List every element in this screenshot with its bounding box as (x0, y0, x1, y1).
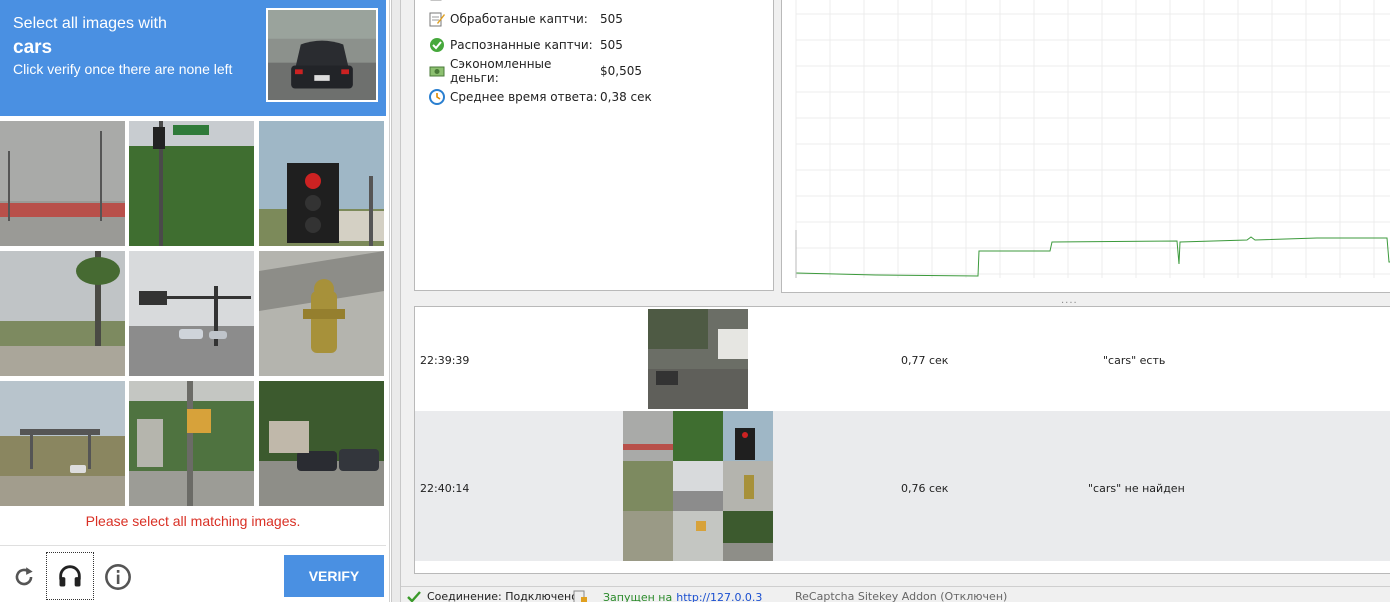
status-bar: Соединение: Подключено Запущен на http:/… (401, 586, 1390, 602)
table-row[interactable]: 22:40:14 0,76 сек "cars" не найден (415, 411, 1390, 561)
money-icon (429, 63, 445, 79)
stat-avg-response: Среднее время ответа: 0,38 сек (429, 88, 652, 106)
status-connection: Соединение: Подключено (407, 590, 578, 602)
captcha-tile[interactable] (259, 251, 384, 376)
captcha-tile[interactable] (0, 121, 125, 246)
captcha-tile[interactable] (0, 381, 125, 506)
status-addon: ReCaptcha Sitekey Addon (Отключен) (795, 590, 1008, 602)
stat-label: Распознанные каптчи: (450, 38, 593, 52)
solve-log-table: 22:39:39 0,77 сек "cars" есть 22:40:14 0… (414, 306, 1390, 574)
stat-value: $0,505 (600, 64, 642, 78)
running-label: Запущен на (603, 590, 673, 602)
splitter-grip[interactable]: .... (1061, 295, 1077, 306)
stat-label: Сэкономленные деньги: (450, 57, 552, 85)
error-message: Please select all matching images. (85, 513, 301, 529)
captcha-thumbnail (648, 309, 748, 409)
log-result: "cars" не найден (1088, 482, 1185, 495)
checkmark-icon (407, 590, 421, 602)
stat-label: Среднее время ответа: (450, 90, 598, 104)
status-running: Запущен на http://127.0.0.3 (573, 590, 762, 602)
verify-button[interactable]: VERIFY (284, 555, 384, 597)
stat-value: 505 (600, 38, 623, 52)
log-duration: 0,76 сек (901, 482, 949, 495)
clock-icon (429, 89, 445, 105)
log-time: 22:40:14 (420, 482, 470, 495)
info-button[interactable] (96, 555, 140, 599)
info-icon (105, 564, 131, 590)
headphones-icon (59, 565, 81, 587)
audio-challenge-button[interactable] (46, 552, 94, 600)
stat-value: 505 (600, 12, 623, 26)
reload-button[interactable] (2, 555, 46, 599)
prompt-line: Select all images with (13, 15, 167, 32)
stat-recognized: Распознанные каптчи: 505 (429, 36, 623, 54)
sample-car-image (266, 8, 378, 102)
log-result: "cars" есть (1103, 354, 1166, 367)
captcha-instructions: Select all images with cars Click verify… (0, 0, 386, 116)
check-circle-icon (429, 37, 445, 53)
response-time-graph (781, 0, 1390, 293)
captcha-tile[interactable] (129, 121, 254, 246)
page-icon (429, 0, 445, 9)
captcha-tile[interactable] (129, 381, 254, 506)
solver-app: Обработаные каптчи: 505 Распознанные кап… (401, 0, 1390, 602)
captcha-tile[interactable] (259, 381, 384, 506)
server-page-icon (573, 590, 587, 602)
prompt-hint: Click verify once there are none left (13, 61, 233, 77)
captcha-tile[interactable] (0, 251, 125, 376)
stat-value: 0,38 сек (600, 90, 652, 104)
pencil-notepad-icon (429, 11, 445, 27)
statistics-panel: Обработаные каптчи: 505 Распознанные кап… (414, 0, 774, 291)
table-row[interactable]: 22:39:39 0,77 сек "cars" есть (415, 307, 1390, 410)
reload-icon (15, 567, 33, 586)
stat-processed: Обработаные каптчи: 505 (429, 10, 623, 28)
stat-saved-money: Сэкономленные деньги: $0,505 (429, 57, 642, 85)
divider (0, 545, 386, 546)
captcha-tile[interactable] (129, 251, 254, 376)
captcha-tile[interactable] (259, 121, 384, 246)
server-url-link[interactable]: http://127.0.0.3 (676, 591, 762, 602)
panel-splitter[interactable] (391, 0, 401, 602)
captcha-thumbnail (623, 411, 773, 561)
stat-partial (429, 0, 450, 10)
response-time-line (795, 236, 1390, 277)
log-duration: 0,77 сек (901, 354, 949, 367)
connection-status: Соединение: Подключено (427, 590, 578, 602)
prompt-target: cars (13, 37, 53, 58)
recaptcha-widget: Select all images with cars Click verify… (0, 0, 390, 602)
stat-label: Обработаные каптчи: (450, 12, 588, 26)
log-time: 22:39:39 (420, 354, 470, 367)
